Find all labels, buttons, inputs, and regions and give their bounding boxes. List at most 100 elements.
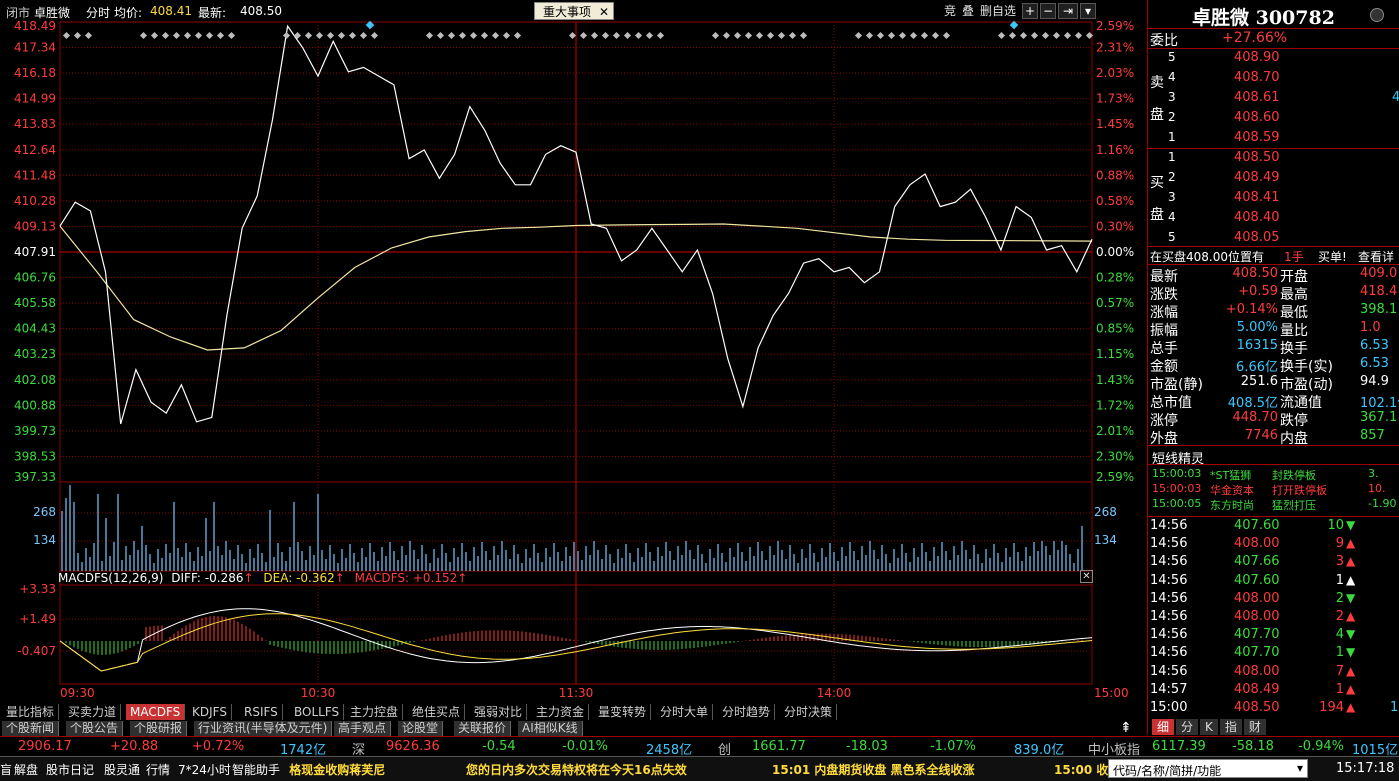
overlay-button[interactable]: 叠: [960, 2, 976, 20]
indicator-tab[interactable]: 分时决策: [780, 704, 838, 720]
event-marker[interactable]: [469, 31, 478, 40]
event-marker[interactable]: [370, 31, 379, 40]
indicator-tab[interactable]: 主力控盘: [346, 704, 404, 720]
event-marker[interactable]: [205, 31, 214, 40]
short-name[interactable]: *ST猛狮: [1210, 467, 1251, 483]
news-tab[interactable]: 行业资讯(半导体及元件): [194, 721, 333, 736]
event-marker[interactable]: [590, 31, 599, 40]
indicator-tab[interactable]: 分时大单: [656, 704, 714, 720]
event-marker[interactable]: [788, 31, 797, 40]
toolbar-item[interactable]: 盲: [0, 761, 12, 778]
event-marker[interactable]: [931, 31, 940, 40]
event-marker[interactable]: [216, 31, 225, 40]
event-marker[interactable]: [337, 31, 346, 40]
event-marker[interactable]: [876, 31, 885, 40]
event-marker[interactable]: [161, 31, 170, 40]
event-marker[interactable]: [480, 31, 489, 40]
news-tab[interactable]: 个股新闻: [2, 721, 60, 736]
event-marker[interactable]: [436, 31, 445, 40]
event-marker[interactable]: [172, 31, 181, 40]
event-marker[interactable]: [73, 31, 82, 40]
news-ticker[interactable]: 格现金收购蒋芙尼: [288, 761, 385, 778]
chevron-down-icon[interactable]: ▾: [1080, 3, 1096, 19]
chevron-down-icon[interactable]: ▾: [1297, 761, 1303, 775]
right-tab[interactable]: 指: [1219, 719, 1242, 735]
event-marker[interactable]: [359, 31, 368, 40]
toolbar-item[interactable]: 7*24小时: [178, 761, 231, 778]
indicator-tab[interactable]: 量比指标: [2, 704, 60, 720]
event-marker[interactable]: [194, 31, 203, 40]
news-tab[interactable]: AI相似K线: [518, 721, 583, 736]
indicator-tab[interactable]: MACDFS: [126, 704, 186, 720]
event-marker[interactable]: [326, 31, 335, 40]
right-tab[interactable]: K: [1200, 719, 1218, 735]
event-marker[interactable]: [579, 31, 588, 40]
event-marker[interactable]: [425, 31, 434, 40]
event-marker[interactable]: [84, 31, 93, 40]
event-marker[interactable]: [1041, 31, 1050, 40]
short-name[interactable]: 东方时尚: [1210, 497, 1254, 513]
toolbar-item[interactable]: 股市日记: [46, 761, 94, 778]
event-marker[interactable]: [1008, 31, 1017, 40]
short-name[interactable]: 华金资本: [1210, 482, 1254, 498]
event-marker[interactable]: [1052, 31, 1061, 40]
event-marker[interactable]: [139, 31, 148, 40]
right-tab[interactable]: 分: [1176, 719, 1199, 735]
right-tab[interactable]: 细: [1152, 719, 1175, 735]
toolbar-item[interactable]: 解盘: [14, 761, 38, 778]
upload-icon[interactable]: ⇞: [1120, 720, 1140, 736]
event-marker[interactable]: [1074, 31, 1083, 40]
search-input-box[interactable]: 代码/名称/简拼/功能 ▾: [1108, 759, 1308, 778]
indicator-tab[interactable]: 量变转势: [594, 704, 652, 720]
toolbar-item[interactable]: 股灵通: [104, 761, 140, 778]
news-ticker[interactable]: 15:01 内盘期货收盘 黑色系全线收涨: [772, 761, 975, 778]
event-marker[interactable]: [909, 31, 918, 40]
event-marker[interactable]: [920, 31, 929, 40]
indicator-tab[interactable]: 强弱对比: [470, 704, 528, 720]
event-marker[interactable]: [799, 31, 808, 40]
toolbar-item[interactable]: 行情: [146, 761, 170, 778]
news-tab[interactable]: 高手观点: [334, 721, 392, 736]
event-marker[interactable]: [722, 31, 731, 40]
event-marker[interactable]: [447, 31, 456, 40]
event-marker[interactable]: [777, 31, 786, 40]
event-marker[interactable]: [733, 31, 742, 40]
news-tab[interactable]: 关联报价: [454, 721, 512, 736]
event-marker[interactable]: [568, 31, 577, 40]
major-news-button[interactable]: 重大事项 ✕: [534, 2, 614, 20]
indicator-tab[interactable]: KDJFS: [188, 704, 232, 720]
event-marker[interactable]: [623, 31, 632, 40]
indicator-tab[interactable]: 分时趋势: [718, 704, 776, 720]
event-marker[interactable]: [1019, 31, 1028, 40]
event-marker[interactable]: [744, 31, 753, 40]
event-marker[interactable]: [513, 31, 522, 40]
event-marker[interactable]: [293, 31, 302, 40]
indicator-tab[interactable]: 买卖力道: [64, 704, 122, 720]
event-marker[interactable]: [1063, 31, 1072, 40]
news-ticker[interactable]: 15:00 收: [1054, 761, 1108, 778]
event-marker[interactable]: [711, 31, 720, 40]
news-tab[interactable]: 个股研报: [130, 721, 188, 736]
event-marker[interactable]: [634, 31, 643, 40]
delete-select-button[interactable]: 删自选: [978, 2, 1018, 20]
indicator-tab[interactable]: 主力资金: [532, 704, 590, 720]
event-marker[interactable]: [865, 31, 874, 40]
event-marker[interactable]: [227, 31, 236, 40]
plus-icon[interactable]: +: [1022, 3, 1038, 19]
event-marker[interactable]: [601, 31, 610, 40]
event-marker[interactable]: [304, 31, 313, 40]
event-marker[interactable]: [997, 31, 1006, 40]
event-marker[interactable]: [348, 31, 357, 40]
indicator-tab[interactable]: 绝佳买点: [408, 704, 466, 720]
indicator-tab[interactable]: RSIFS: [240, 704, 283, 720]
news-ticker[interactable]: 您的日内多次交易特权将在今天16点失效: [466, 761, 687, 778]
search-input[interactable]: 代码/名称/简拼/功能: [1113, 762, 1221, 779]
event-marker[interactable]: [612, 31, 621, 40]
news-tab[interactable]: 论股堂: [398, 721, 444, 736]
event-marker[interactable]: [766, 31, 775, 40]
event-marker[interactable]: [887, 31, 896, 40]
settings-icon[interactable]: [1370, 8, 1384, 22]
event-marker[interactable]: [755, 31, 764, 40]
toolbar-item[interactable]: 智能助手: [232, 761, 280, 778]
minus-icon[interactable]: −: [1040, 3, 1056, 19]
